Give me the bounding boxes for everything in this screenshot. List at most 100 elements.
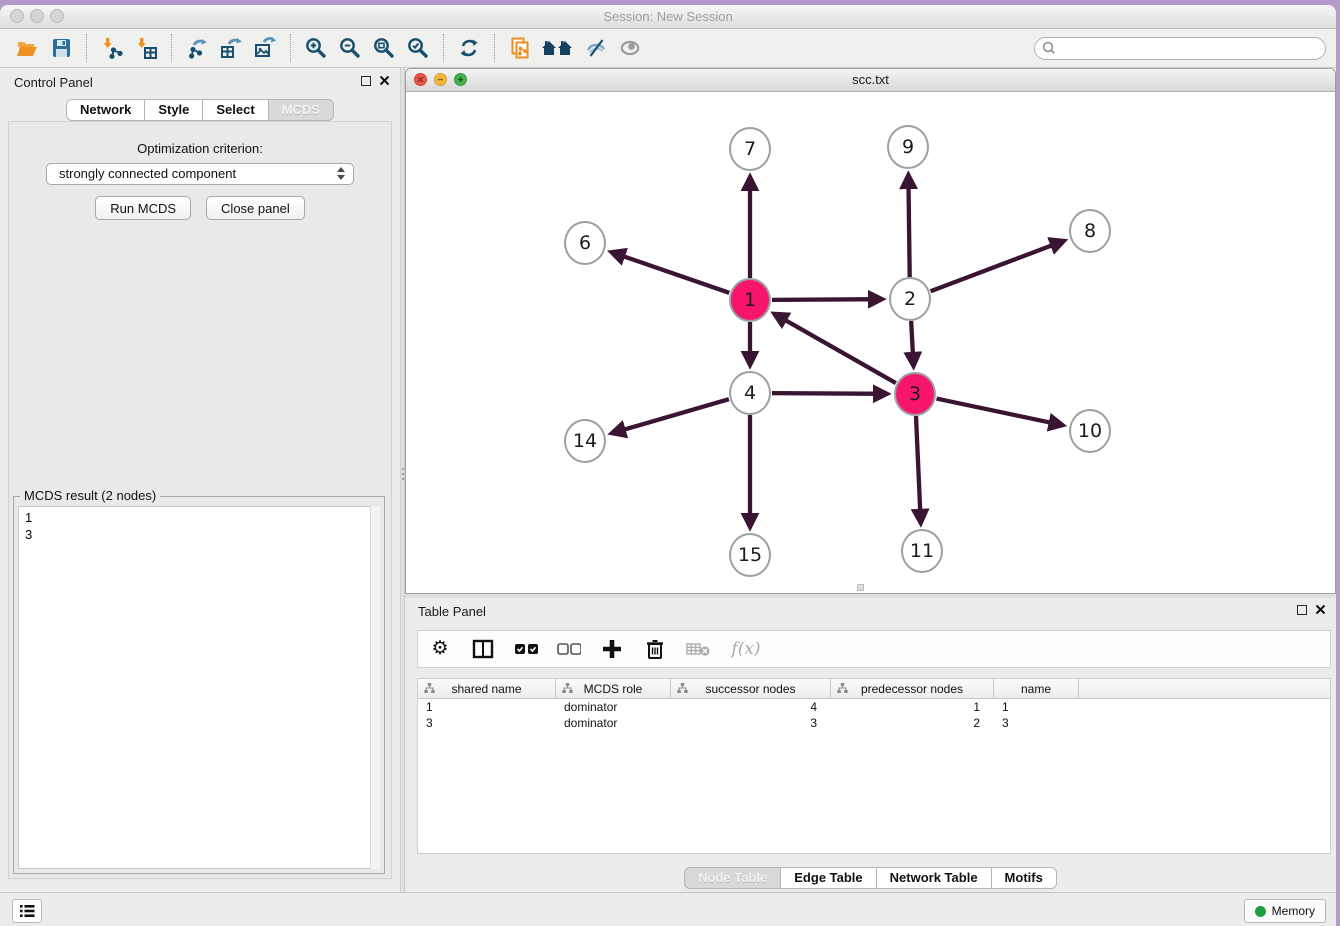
graph-node-11[interactable]: 11 xyxy=(901,529,943,573)
network-minimize-button[interactable] xyxy=(434,73,447,86)
save-session-icon[interactable] xyxy=(46,33,76,63)
graph-edge-4-14[interactable] xyxy=(612,399,729,433)
graph-node-2[interactable]: 2 xyxy=(889,277,931,321)
graph-node-10[interactable]: 10 xyxy=(1069,409,1111,453)
graph-node-1[interactable]: 1 xyxy=(729,278,771,322)
close-panel-button[interactable]: Close panel xyxy=(206,196,305,220)
graph-edge-2-9[interactable] xyxy=(908,175,909,277)
graph-node-14[interactable]: 14 xyxy=(564,419,606,463)
table-cell-shared-name[interactable]: 3 xyxy=(418,715,556,731)
duplicate-network-icon[interactable] xyxy=(505,33,535,63)
tree-hierarchy-icon xyxy=(677,683,688,694)
optimization-criterion-select[interactable]: strongly connected component xyxy=(46,163,354,185)
tab-network[interactable]: Network xyxy=(66,99,145,121)
table-panel-title: Table Panel xyxy=(418,604,486,619)
table-panel: Table Panel ⚙ xyxy=(405,598,1336,892)
graph-edge-3-10[interactable] xyxy=(937,399,1063,426)
tree-hierarchy-icon xyxy=(424,683,435,694)
tab-style[interactable]: Style xyxy=(144,99,203,121)
zoom-in-icon[interactable] xyxy=(301,33,331,63)
close-panel-icon[interactable] xyxy=(379,75,390,86)
graph-node-4[interactable]: 4 xyxy=(729,371,771,415)
first-neighbors-icon[interactable] xyxy=(539,33,577,63)
tab-select[interactable]: Select xyxy=(202,99,268,121)
network-window: scc.txt 7968124314101511 xyxy=(405,68,1336,594)
graph-edge-3-1[interactable] xyxy=(774,314,896,383)
refresh-layout-icon[interactable] xyxy=(454,33,484,63)
open-file-icon[interactable] xyxy=(12,33,42,63)
panel-split-icon[interactable] xyxy=(471,637,495,661)
network-canvas[interactable]: 7 9 6 8 1 2 4 3 14 10 15 11 xyxy=(406,92,1335,594)
unselect-all-columns-icon[interactable] xyxy=(557,637,581,661)
run-mcds-button[interactable]: Run MCDS xyxy=(95,196,191,220)
task-history-button[interactable] xyxy=(12,899,42,923)
graph-edge-2-3[interactable] xyxy=(911,321,913,366)
graph-node-9[interactable]: 9 xyxy=(887,125,929,169)
zoom-selected-icon[interactable] xyxy=(403,33,433,63)
toolbar-separator xyxy=(171,34,172,62)
tab-mcds[interactable]: MCDS xyxy=(268,99,334,121)
memory-button[interactable]: Memory xyxy=(1244,899,1326,923)
float-panel-icon[interactable] xyxy=(361,76,371,86)
graph-edge-4-3[interactable] xyxy=(772,393,887,394)
zoom-window-button[interactable] xyxy=(50,9,64,23)
import-network-icon[interactable] xyxy=(97,33,127,63)
graph-node-6[interactable]: 6 xyxy=(564,221,606,265)
delete-column-icon[interactable] xyxy=(643,637,667,661)
graph-node-7[interactable]: 7 xyxy=(729,127,771,171)
mcds-result-text[interactable]: 13 xyxy=(18,506,380,869)
result-scrollbar[interactable] xyxy=(370,506,380,869)
column-header-MCDS-role[interactable]: MCDS role xyxy=(556,679,671,698)
column-header-successor-nodes[interactable]: successor nodes xyxy=(671,679,831,698)
table-row[interactable]: 1dominator411 xyxy=(418,699,1330,715)
hide-selected-icon[interactable] xyxy=(581,33,611,63)
graph-node-3[interactable]: 3 xyxy=(894,372,936,416)
table-cell-predecessor-nodes[interactable]: 2 xyxy=(831,715,994,731)
graph-node-8[interactable]: 8 xyxy=(1069,209,1111,253)
add-column-icon[interactable] xyxy=(600,637,624,661)
column-header-shared-name[interactable]: shared name xyxy=(418,679,556,698)
table-cell-shared-name[interactable]: 1 xyxy=(418,699,556,715)
export-image-icon[interactable] xyxy=(250,33,280,63)
control-panel: Control Panel NetworkStyleSelectMCDS Opt… xyxy=(0,68,400,892)
table-row[interactable]: 3dominator323 xyxy=(418,715,1330,731)
table-tab-network-table[interactable]: Network Table xyxy=(876,867,992,889)
table-header: shared nameMCDS rolesuccessor nodesprede… xyxy=(418,679,1330,699)
table-tab-node-table[interactable]: Node Table xyxy=(684,867,781,889)
graph-edge-2-8[interactable] xyxy=(931,241,1064,291)
show-all-icon xyxy=(615,33,645,63)
table-cell-name[interactable]: 1 xyxy=(994,699,1079,715)
table-cell-name[interactable]: 3 xyxy=(994,715,1079,731)
table-cell-successor-nodes[interactable]: 4 xyxy=(671,699,831,715)
table-cell-MCDS-role[interactable]: dominator xyxy=(556,699,671,715)
search-box[interactable] xyxy=(1034,37,1326,60)
close-table-panel-icon[interactable] xyxy=(1315,604,1326,615)
graph-edge-3-11[interactable] xyxy=(916,416,921,523)
table-cell-successor-nodes[interactable]: 3 xyxy=(671,715,831,731)
column-header-predecessor-nodes[interactable]: predecessor nodes xyxy=(831,679,994,698)
table-tab-motifs[interactable]: Motifs xyxy=(991,867,1057,889)
canvas-resize-handle[interactable] xyxy=(857,584,864,591)
select-all-columns-icon[interactable] xyxy=(514,637,538,661)
import-table-icon[interactable] xyxy=(131,33,161,63)
graph-node-15[interactable]: 15 xyxy=(729,533,771,577)
toolbar-separator xyxy=(443,34,444,62)
zoom-fit-icon[interactable] xyxy=(369,33,399,63)
minimize-window-button[interactable] xyxy=(30,9,44,23)
column-header-name[interactable]: name xyxy=(994,679,1079,698)
table-cell-MCDS-role[interactable]: dominator xyxy=(556,715,671,731)
export-table-icon[interactable] xyxy=(216,33,246,63)
graph-edge-1-2[interactable] xyxy=(772,299,882,300)
zoom-out-icon[interactable] xyxy=(335,33,365,63)
graph-edge-1-6[interactable] xyxy=(611,252,729,293)
table-tab-edge-table[interactable]: Edge Table xyxy=(780,867,876,889)
export-network-icon[interactable] xyxy=(182,33,212,63)
network-zoom-button[interactable] xyxy=(454,73,467,86)
column-settings-gear-icon[interactable]: ⚙ xyxy=(428,637,452,661)
network-close-button[interactable] xyxy=(414,73,427,86)
table-cell-predecessor-nodes[interactable]: 1 xyxy=(831,699,994,715)
search-input[interactable] xyxy=(1061,38,1325,58)
close-window-button[interactable] xyxy=(10,9,24,23)
float-table-panel-icon[interactable] xyxy=(1297,605,1307,615)
node-table: shared nameMCDS rolesuccessor nodesprede… xyxy=(417,678,1331,854)
